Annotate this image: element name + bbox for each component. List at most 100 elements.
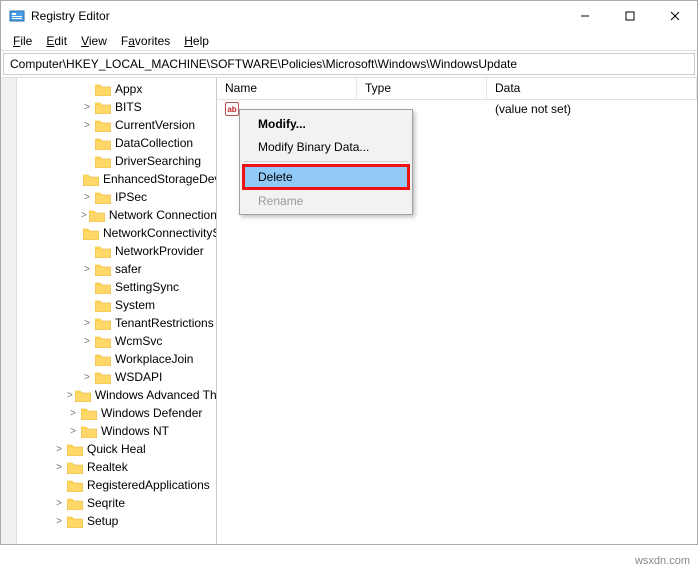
client-area: Appx > BITS > CurrentVersion DataCollection Dr… bbox=[1, 77, 697, 544]
tree-node[interactable]: > IPSec bbox=[21, 188, 216, 206]
tree-node[interactable]: NetworkProvider bbox=[21, 242, 216, 260]
tree-node-label: DataCollection bbox=[115, 136, 193, 150]
values-pane: Name Type Data ab (value not set) Modify… bbox=[217, 78, 697, 544]
tree-node[interactable]: > Windows Defender bbox=[21, 404, 216, 422]
tree-node[interactable]: DataCollection bbox=[21, 134, 216, 152]
tree: Appx > BITS > CurrentVersion DataCollection Dr… bbox=[21, 78, 216, 530]
tree-node[interactable]: RegisteredApplications bbox=[21, 476, 216, 494]
menubar: File Edit View Favorites Help bbox=[1, 31, 697, 51]
tree-node[interactable]: > Seqrite bbox=[21, 494, 216, 512]
tree-node-label: NetworkProvider bbox=[115, 244, 204, 258]
tree-node[interactable]: > Network Connections bbox=[21, 206, 216, 224]
expander-icon[interactable]: > bbox=[67, 408, 79, 419]
expander-icon[interactable]: > bbox=[81, 372, 93, 383]
expander-icon[interactable]: > bbox=[81, 264, 93, 275]
tree-node[interactable]: > Realtek bbox=[21, 458, 216, 476]
tree-node-label: SettingSync bbox=[115, 280, 179, 294]
ctx-rename[interactable]: Rename bbox=[242, 189, 410, 212]
ctx-separator bbox=[244, 161, 408, 162]
expander-icon[interactable]: > bbox=[81, 102, 93, 113]
tree-node[interactable]: EnhancedStorageDevices bbox=[21, 170, 216, 188]
tree-node[interactable]: > WSDAPI bbox=[21, 368, 216, 386]
tree-node[interactable]: > Setup bbox=[21, 512, 216, 530]
registry-editor-window: Registry Editor File Edit View Favorites… bbox=[0, 0, 698, 545]
string-value-icon: ab bbox=[225, 102, 239, 116]
column-headers: Name Type Data bbox=[217, 78, 697, 100]
menu-edit[interactable]: Edit bbox=[40, 32, 73, 50]
tree-node-label: CurrentVersion bbox=[115, 118, 195, 132]
ctx-modify-binary[interactable]: Modify Binary Data... bbox=[242, 135, 410, 158]
tree-node[interactable]: > Quick Heal bbox=[21, 440, 216, 458]
tree-node-label: RegisteredApplications bbox=[87, 478, 210, 492]
column-data[interactable]: Data bbox=[487, 78, 697, 99]
tree-node-label: safer bbox=[115, 262, 142, 276]
column-name[interactable]: Name bbox=[217, 78, 357, 99]
tree-node[interactable]: System bbox=[21, 296, 216, 314]
menu-favorites[interactable]: Favorites bbox=[115, 32, 176, 50]
value-data: (value not set) bbox=[487, 102, 697, 116]
tree-node-label: Seqrite bbox=[87, 496, 125, 510]
tree-node-label: EnhancedStorageDevices bbox=[103, 172, 217, 186]
ctx-modify[interactable]: Modify... bbox=[242, 112, 410, 135]
column-type[interactable]: Type bbox=[357, 78, 487, 99]
titlebar: Registry Editor bbox=[1, 1, 697, 31]
tree-node-label: Network Connections bbox=[109, 208, 217, 222]
tree-node[interactable]: SettingSync bbox=[21, 278, 216, 296]
tree-node-label: Windows Advanced Threat Protection bbox=[95, 388, 217, 402]
expander-icon[interactable]: > bbox=[81, 192, 93, 203]
ctx-delete[interactable]: Delete bbox=[242, 164, 410, 190]
tree-node[interactable]: > Windows NT bbox=[21, 422, 216, 440]
expander-icon[interactable]: > bbox=[81, 318, 93, 329]
address-bar[interactable]: Computer\HKEY_LOCAL_MACHINE\SOFTWARE\Pol… bbox=[3, 53, 695, 75]
context-menu: Modify... Modify Binary Data... Delete R… bbox=[239, 109, 413, 215]
window-controls bbox=[562, 1, 697, 31]
tree-node[interactable]: > CurrentVersion bbox=[21, 116, 216, 134]
tree-node-label: IPSec bbox=[115, 190, 147, 204]
expander-icon[interactable]: > bbox=[53, 516, 65, 527]
tree-node[interactable]: > safer bbox=[21, 260, 216, 278]
window-title: Registry Editor bbox=[31, 9, 562, 23]
tree-node-label: NetworkConnectivityStatusIndicator bbox=[103, 226, 217, 240]
watermark: wsxdn.com bbox=[635, 555, 690, 567]
tree-node-label: Realtek bbox=[87, 460, 128, 474]
tree-node-label: Windows Defender bbox=[101, 406, 202, 420]
tree-node-label: WcmSvc bbox=[115, 334, 162, 348]
tree-node[interactable]: Appx bbox=[21, 80, 216, 98]
tree-node-label: Setup bbox=[87, 514, 118, 528]
expander-icon[interactable]: > bbox=[81, 210, 87, 221]
menu-view[interactable]: View bbox=[75, 32, 113, 50]
tree-node-label: BITS bbox=[115, 100, 142, 114]
address-text: Computer\HKEY_LOCAL_MACHINE\SOFTWARE\Pol… bbox=[10, 57, 517, 71]
tree-node[interactable]: WorkplaceJoin bbox=[21, 350, 216, 368]
expander-icon[interactable]: > bbox=[81, 120, 93, 131]
menu-file[interactable]: File bbox=[7, 32, 38, 50]
tree-pane[interactable]: Appx > BITS > CurrentVersion DataCollection Dr… bbox=[1, 78, 217, 544]
maximize-button[interactable] bbox=[607, 1, 652, 31]
tree-node[interactable]: DriverSearching bbox=[21, 152, 216, 170]
tree-node[interactable]: > WcmSvc bbox=[21, 332, 216, 350]
minimize-button[interactable] bbox=[562, 1, 607, 31]
expander-icon[interactable]: > bbox=[53, 444, 65, 455]
tree-node-label: Windows NT bbox=[101, 424, 169, 438]
tree-node-label: WSDAPI bbox=[115, 370, 162, 384]
expander-icon[interactable]: > bbox=[67, 390, 73, 401]
expander-icon[interactable]: > bbox=[67, 426, 79, 437]
tree-scrollbar-left[interactable] bbox=[1, 78, 17, 544]
values-list[interactable]: ab (value not set) Modify... Modify Bina… bbox=[217, 100, 697, 544]
tree-node-label: Appx bbox=[115, 82, 142, 96]
close-button[interactable] bbox=[652, 1, 697, 31]
tree-node-label: System bbox=[115, 298, 155, 312]
tree-node[interactable]: NetworkConnectivityStatusIndicator bbox=[21, 224, 216, 242]
expander-icon[interactable]: > bbox=[53, 462, 65, 473]
menu-help[interactable]: Help bbox=[178, 32, 215, 50]
expander-icon[interactable]: > bbox=[53, 498, 65, 509]
registry-editor-icon bbox=[9, 8, 25, 24]
tree-node[interactable]: > TenantRestrictions bbox=[21, 314, 216, 332]
tree-node-label: TenantRestrictions bbox=[115, 316, 214, 330]
tree-node-label: WorkplaceJoin bbox=[115, 352, 193, 366]
tree-node-label: Quick Heal bbox=[87, 442, 146, 456]
expander-icon[interactable]: > bbox=[81, 336, 93, 347]
tree-node-label: DriverSearching bbox=[115, 154, 201, 168]
tree-node[interactable]: > BITS bbox=[21, 98, 216, 116]
tree-node[interactable]: > Windows Advanced Threat Protection bbox=[21, 386, 216, 404]
